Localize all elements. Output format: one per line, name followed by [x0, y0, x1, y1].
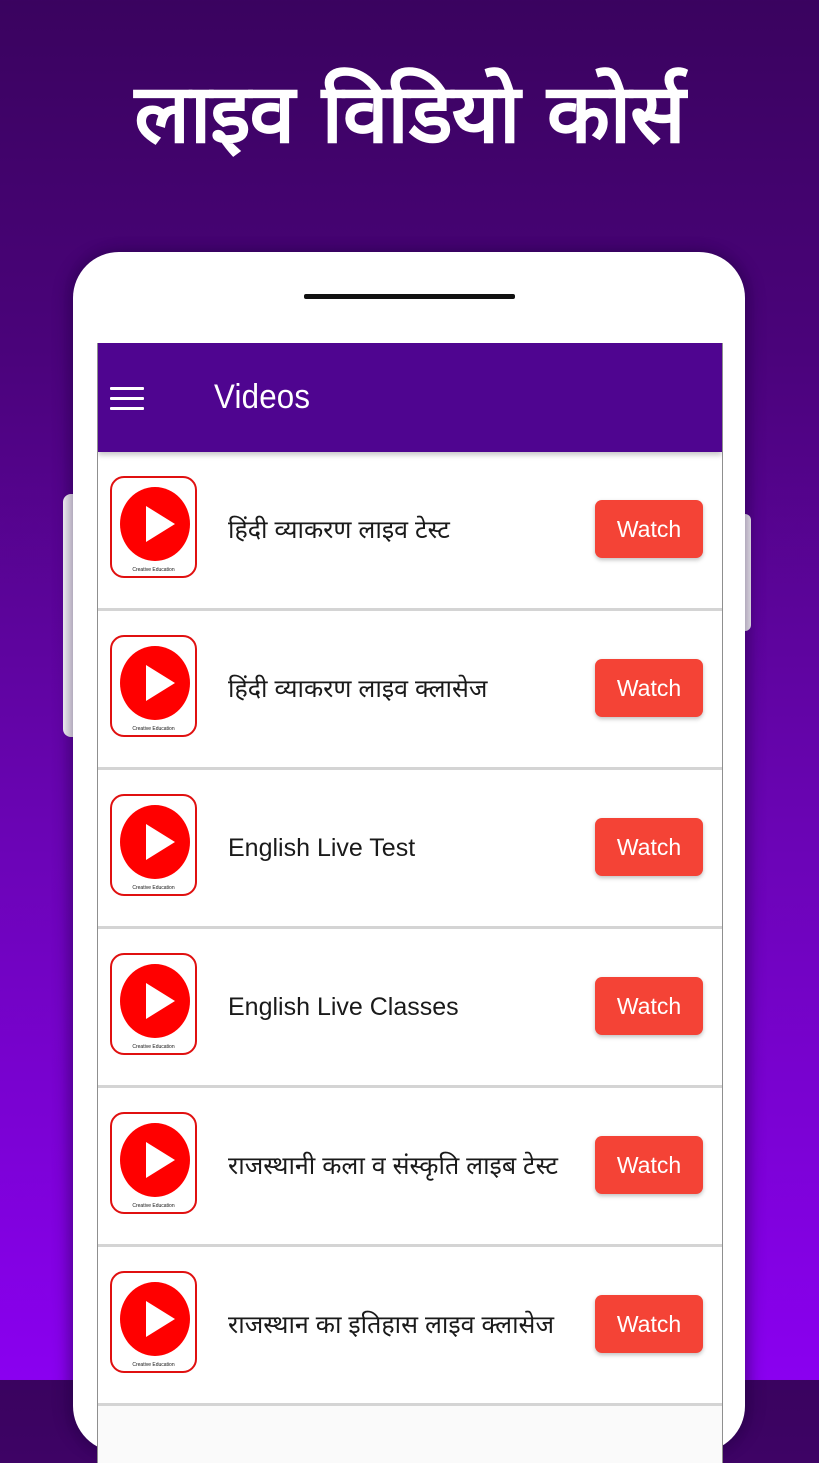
video-title: हिंदी व्याकरण लाइव क्लासेज [228, 675, 488, 703]
watch-button[interactable]: Watch [595, 659, 703, 717]
video-thumbnail: Creative Education [110, 1112, 197, 1214]
app-bar: Videos [98, 343, 722, 452]
play-icon [120, 964, 190, 1038]
hamburger-menu-icon[interactable] [110, 386, 144, 410]
thumbnail-caption: Creative Education [132, 567, 175, 573]
video-thumbnail: Creative Education [110, 635, 197, 737]
phone-speaker [304, 294, 515, 299]
play-icon [120, 487, 190, 561]
video-title: English Live Test [228, 834, 416, 862]
video-thumbnail: Creative Education [110, 794, 197, 896]
video-title: हिंदी व्याकरण लाइव टेस्ट [228, 516, 450, 544]
play-icon [120, 646, 190, 720]
video-thumbnail: Creative Education [110, 476, 197, 578]
thumbnail-caption: Creative Education [132, 726, 175, 732]
video-list-item[interactable]: Creative Education राजस्थानी कला व संस्क… [98, 1088, 722, 1247]
thumbnail-caption: Creative Education [132, 1044, 175, 1050]
watch-button[interactable]: Watch [595, 500, 703, 558]
watch-button[interactable]: Watch [595, 1295, 703, 1353]
video-list: Creative Education हिंदी व्याकरण लाइव टे… [98, 452, 722, 1406]
video-title: राजस्थानी कला व संस्कृति लाइब टेस्ट [228, 1152, 558, 1180]
video-list-item[interactable]: Creative Education हिंदी व्याकरण लाइव क्… [98, 611, 722, 770]
page-title: Videos [214, 378, 311, 416]
video-thumbnail: Creative Education [110, 953, 197, 1055]
app-screen: Videos Creative Education हिंदी व्याकरण … [97, 343, 723, 1463]
promo-headline: लाइव विडियो कोर्स [134, 67, 685, 162]
watch-button[interactable]: Watch [595, 1136, 703, 1194]
video-list-item[interactable]: Creative Education English Live Classes … [98, 929, 722, 1088]
thumbnail-caption: Creative Education [132, 885, 175, 891]
thumbnail-caption: Creative Education [132, 1203, 175, 1209]
phone-mockup: Videos Creative Education हिंदी व्याकरण … [73, 252, 745, 1463]
video-list-item[interactable]: Creative Education राजस्थान का इतिहास ला… [98, 1247, 722, 1406]
video-list-item[interactable]: Creative Education English Live Test Wat… [98, 770, 722, 929]
watch-button[interactable]: Watch [595, 818, 703, 876]
play-icon [120, 1282, 190, 1356]
video-thumbnail: Creative Education [110, 1271, 197, 1373]
play-icon [120, 1123, 190, 1197]
thumbnail-caption: Creative Education [132, 1362, 175, 1368]
video-list-item[interactable]: Creative Education हिंदी व्याकरण लाइव टे… [98, 452, 722, 611]
video-title: English Live Classes [228, 993, 459, 1021]
watch-button[interactable]: Watch [595, 977, 703, 1035]
play-icon [120, 805, 190, 879]
